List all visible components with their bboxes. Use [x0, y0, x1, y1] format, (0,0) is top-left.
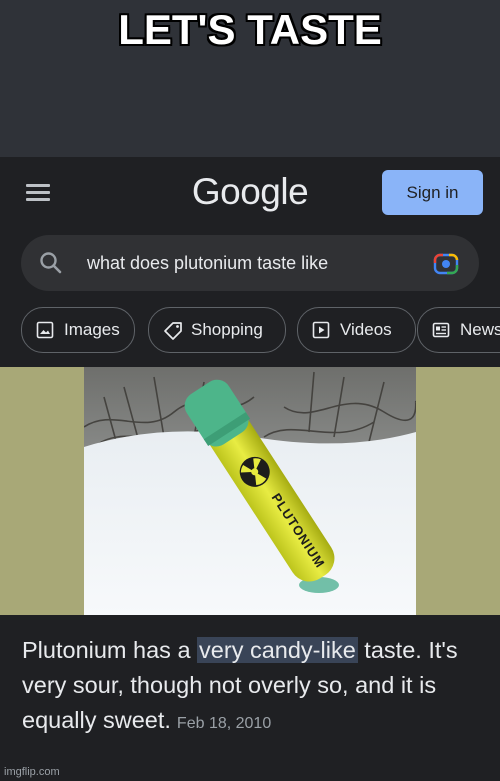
plutonium-vial-photo[interactable]: PLUTONIUM — [84, 367, 416, 615]
chip-label: News — [460, 320, 500, 339]
image-result-band: PLUTONIUM — [0, 367, 500, 615]
answer-text-pre: Plutonium has a — [22, 637, 198, 663]
play-icon — [312, 321, 330, 339]
search-bar[interactable]: what does plutonium taste like — [21, 235, 479, 291]
google-search-screen: Google Sign in what does plutonium taste… — [0, 157, 500, 781]
search-input[interactable]: what does plutonium taste like — [87, 235, 328, 291]
chip-label: Shopping — [191, 320, 263, 339]
newspaper-icon — [432, 322, 450, 338]
meme-caption: LET'S TASTE — [118, 6, 382, 53]
image-icon — [36, 321, 54, 339]
chip-images[interactable]: Images — [21, 307, 135, 353]
magnifier-icon — [40, 252, 62, 274]
answer-date: Feb 18, 2010 — [176, 715, 272, 732]
chip-news[interactable]: News — [417, 307, 500, 353]
chip-shopping[interactable]: Shopping — [148, 307, 286, 353]
featured-snippet-answer: Plutonium has a very candy-like taste. I… — [22, 633, 492, 741]
filter-chips: Images Shopping Videos News — [21, 307, 500, 353]
chip-label: Videos — [340, 320, 392, 339]
answer-highlight: very candy-like — [197, 637, 358, 663]
meme-top-panel: LET'S TASTE — [0, 0, 500, 157]
chip-videos[interactable]: Videos — [297, 307, 416, 353]
google-lens-camera-icon[interactable] — [433, 251, 459, 275]
sign-in-button[interactable]: Sign in — [382, 170, 483, 215]
chip-label: Images — [64, 320, 120, 339]
imgflip-watermark: imgflip.com — [4, 766, 60, 778]
tag-icon — [164, 322, 182, 340]
